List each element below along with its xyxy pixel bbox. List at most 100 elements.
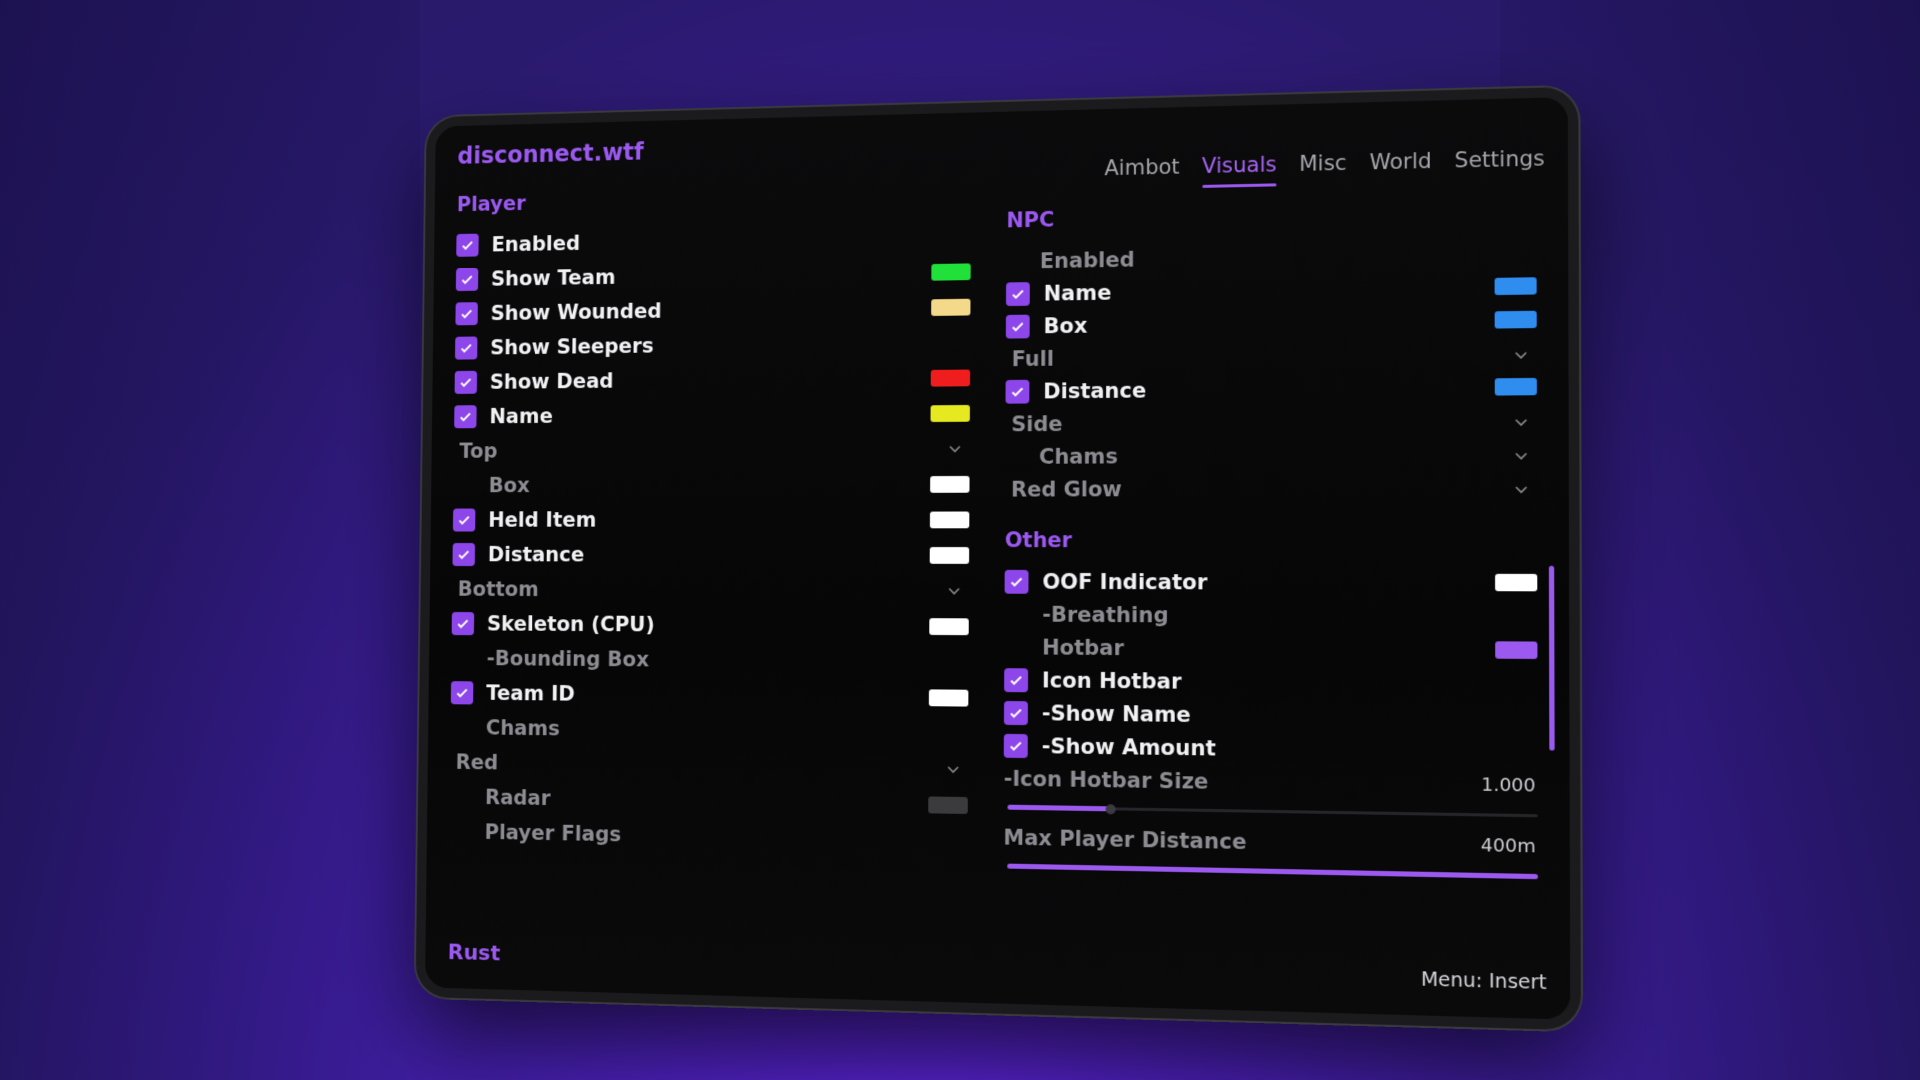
npc-box-color-swatch[interactable]	[1495, 311, 1537, 329]
skeleton-row: Skeleton (CPU)	[452, 606, 969, 644]
held-item-label: Held Item	[488, 508, 596, 531]
show-dead-color-swatch[interactable]	[931, 369, 970, 386]
check-icon	[455, 616, 470, 631]
slider-track	[1007, 865, 1538, 879]
npc-distance-label: Distance	[1043, 378, 1146, 403]
chevron-down-icon[interactable]	[1511, 344, 1530, 363]
npc-box-checkbox[interactable]	[1006, 314, 1030, 338]
player-distance-color-swatch[interactable]	[930, 547, 970, 564]
npc-name-checkbox[interactable]	[1006, 282, 1030, 306]
npc-chams-dropdown[interactable]: Red Glow	[1005, 471, 1537, 506]
breathing-label: -Breathing	[1042, 602, 1168, 627]
player-flags-label: Player Flags	[484, 820, 621, 846]
chevron-down-icon[interactable]	[945, 581, 963, 599]
player-distance-checkbox[interactable]	[452, 543, 475, 566]
oof-indicator-checkbox[interactable]	[1005, 569, 1029, 593]
menu-hotkey-hint: Menu: Insert	[1421, 968, 1547, 994]
npc-distance-position-dropdown[interactable]: Side	[1005, 403, 1537, 440]
spacer	[1005, 504, 1537, 525]
check-icon	[460, 238, 475, 253]
show-team-color-swatch[interactable]	[931, 263, 970, 280]
menu-window: disconnect.wtf Aimbot Visuals Misc World…	[425, 97, 1570, 1020]
npc-box-label: Box	[1043, 313, 1087, 337]
team-id-row: Team ID	[451, 675, 969, 715]
npc-name-label: Name	[1044, 280, 1112, 305]
tab-settings[interactable]: Settings	[1455, 146, 1545, 182]
check-icon	[459, 306, 474, 321]
check-icon	[1009, 383, 1025, 399]
name-position-dropdown[interactable]: Top	[454, 431, 970, 469]
player-box-color-swatch[interactable]	[930, 475, 969, 492]
stage: disconnect.wtf Aimbot Visuals Misc World…	[0, 0, 1920, 1080]
player-distance-label: Distance	[488, 543, 585, 566]
check-icon	[458, 409, 473, 424]
tab-aimbot[interactable]: Aimbot	[1104, 155, 1179, 190]
npc-section: NPC Enabled Name Box Full Distance Side	[1003, 195, 1538, 890]
npc-distance-position-value: Side	[1011, 412, 1062, 436]
npc-distance-checkbox[interactable]	[1005, 379, 1029, 403]
check-icon	[1009, 573, 1025, 589]
chevron-down-icon[interactable]	[946, 439, 964, 457]
icon-hotbar-row: Icon Hotbar	[1004, 663, 1537, 701]
check-icon	[457, 512, 472, 527]
distance-position-dropdown[interactable]: Bottom	[452, 572, 969, 609]
show-name-checkbox[interactable]	[1004, 700, 1028, 724]
other-section: OOF Indicator -Breathing Hotbar Icon Hot…	[1003, 565, 1538, 891]
npc-chams-label: Chams	[1039, 444, 1118, 468]
icon-hotbar-checkbox[interactable]	[1004, 668, 1028, 692]
check-icon	[456, 547, 471, 562]
player-box-label: Box	[489, 474, 530, 497]
held-item-checkbox[interactable]	[453, 509, 476, 532]
max-player-distance-value: 400m	[1481, 835, 1536, 858]
held-item-color-swatch[interactable]	[930, 511, 969, 528]
scrollbar[interactable]	[1549, 566, 1555, 751]
show-sleepers-checkbox[interactable]	[455, 336, 477, 359]
slider-track	[1008, 806, 1538, 818]
team-id-label: Team ID	[486, 681, 575, 705]
oof-indicator-row: OOF Indicator	[1005, 565, 1538, 600]
show-amount-checkbox[interactable]	[1004, 733, 1028, 757]
chevron-down-icon[interactable]	[1512, 479, 1531, 497]
radar-label: Radar	[485, 786, 551, 810]
player-enabled-checkbox[interactable]	[456, 234, 478, 257]
npc-name-color-swatch[interactable]	[1495, 277, 1537, 295]
tab-bar: Aimbot Visuals Misc World Settings	[1104, 146, 1544, 190]
show-wounded-checkbox[interactable]	[455, 302, 477, 325]
other-section-title: Other	[1005, 525, 1537, 556]
check-icon	[1008, 705, 1024, 721]
check-icon	[458, 375, 473, 390]
show-team-checkbox[interactable]	[456, 268, 478, 291]
show-dead-checkbox[interactable]	[455, 371, 477, 394]
held-item-row: Held Item	[453, 502, 970, 538]
tab-misc[interactable]: Misc	[1299, 151, 1347, 186]
hotbar-color-swatch[interactable]	[1495, 641, 1537, 659]
bounding-box-row[interactable]: -Bounding Box	[451, 641, 969, 680]
radar-color-swatch[interactable]	[928, 796, 968, 814]
npc-distance-color-swatch[interactable]	[1495, 378, 1537, 396]
brand-title: disconnect.wtf	[457, 138, 644, 169]
tab-world[interactable]: World	[1369, 149, 1431, 185]
tab-visuals[interactable]: Visuals	[1202, 152, 1277, 187]
slider-knob[interactable]	[1106, 804, 1116, 814]
game-label: Rust	[448, 941, 501, 967]
chevron-down-icon[interactable]	[1512, 445, 1531, 463]
npc-box-style-dropdown[interactable]: Full	[1006, 336, 1537, 375]
oof-indicator-color-swatch[interactable]	[1495, 574, 1537, 591]
check-icon	[1010, 318, 1026, 334]
player-name-color-swatch[interactable]	[931, 404, 970, 421]
device-frame: disconnect.wtf Aimbot Visuals Misc World…	[416, 87, 1581, 1031]
breathing-row[interactable]: -Breathing	[1004, 598, 1537, 634]
skeleton-color-swatch[interactable]	[929, 618, 969, 635]
chevron-down-icon[interactable]	[1512, 412, 1531, 430]
skeleton-checkbox[interactable]	[452, 612, 475, 635]
team-id-color-swatch[interactable]	[929, 689, 969, 706]
player-name-checkbox[interactable]	[454, 405, 477, 428]
chevron-down-icon[interactable]	[944, 759, 962, 777]
team-id-checkbox[interactable]	[451, 681, 474, 704]
show-wounded-color-swatch[interactable]	[931, 298, 970, 315]
hotbar-row[interactable]: Hotbar	[1004, 630, 1537, 667]
npc-distance-row: Distance	[1005, 370, 1536, 408]
player-flags-row[interactable]: Player Flags	[449, 814, 968, 859]
npc-chams-row[interactable]: Chams	[1005, 437, 1537, 473]
npc-enabled-label: Enabled	[1040, 247, 1135, 272]
